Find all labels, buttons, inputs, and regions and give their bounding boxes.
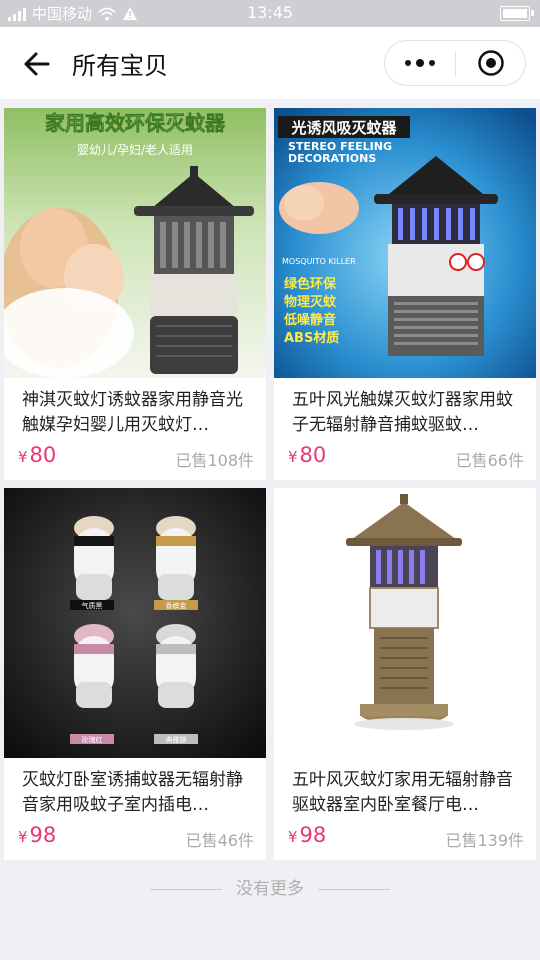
product-name[interactable]: 五叶风光触媒灭蚊灯器家用蚊子无辐射静音捕蚊驱蚊… — [292, 388, 524, 438]
menu-capsule — [384, 40, 526, 86]
sold-count: 已售46件 — [185, 831, 254, 850]
svg-text:香槟金: 香槟金 — [166, 601, 187, 610]
svg-text:DECORATIONS: DECORATIONS — [288, 152, 376, 165]
product-name[interactable]: 灭蚊灯卧室诱捕蚊器无辐射静音家用吸蚊子室内插电… — [22, 768, 254, 818]
svg-text:物理灭蚊: 物理灭蚊 — [284, 294, 337, 310]
back-button[interactable] — [20, 47, 54, 81]
more-button[interactable] — [385, 41, 455, 85]
page-title: 所有宝贝 — [72, 52, 168, 80]
list-end-indicator: 没有更多 — [0, 874, 540, 899]
sold-count: 已售108件 — [175, 451, 254, 470]
close-button[interactable] — [456, 41, 526, 85]
divider-line — [150, 888, 222, 890]
product-name[interactable]: 五叶风灭蚊灯家用无辐射静音驱蚊器室内卧室餐厅电… — [292, 768, 524, 818]
divider-line — [318, 888, 390, 890]
product-image[interactable]: 光诱风吸灭蚊器 STEREO FEELING DECORATIONS MOSQU… — [274, 108, 536, 378]
nav-bar: 所有宝贝 — [0, 27, 540, 99]
svg-text:MOSQUITO KILLER: MOSQUITO KILLER — [282, 257, 356, 266]
status-bar: 中国移动 13:45 — [0, 0, 540, 27]
target-close-icon — [478, 50, 504, 76]
product-image[interactable] — [274, 488, 536, 758]
svg-text:绿色环保: 绿色环保 — [284, 276, 337, 292]
banner-text: 光诱风吸灭蚊器 — [290, 119, 397, 137]
sold-count: 已售66件 — [455, 451, 524, 470]
battery-icon — [500, 6, 534, 21]
more-dots-icon — [405, 60, 411, 66]
banner-text: 家用高效环保灭蚊器 — [45, 111, 226, 135]
product-price: ¥80 — [18, 443, 57, 467]
product-price: ¥80 — [288, 443, 327, 467]
product-price: ¥98 — [288, 823, 327, 847]
product-image[interactable]: 家用高效环保灭蚊器 婴幼儿/孕妇/老人适用 — [4, 108, 266, 378]
svg-text:典雅银: 典雅银 — [166, 735, 187, 744]
status-time: 13:45 — [246, 3, 294, 22]
product-card[interactable]: 家用高效环保灭蚊器 婴幼儿/孕妇/老人适用 神淇灭蚊灯诱蚊器家用静音光触媒孕妇婴… — [4, 108, 266, 480]
product-card[interactable]: 气质黑 香槟金 玫瑰红 典雅银 灭蚊灯卧室诱捕蚊器无辐射静音家用吸蚊子室内插电…… — [4, 488, 266, 860]
sub-banner-text: 婴幼儿/孕妇/老人适用 — [77, 143, 193, 157]
svg-text:玫瑰红: 玫瑰红 — [82, 735, 103, 744]
product-card[interactable]: 五叶风灭蚊灯家用无辐射静音驱蚊器室内卧室餐厅电… ¥98 已售139件 — [274, 488, 536, 860]
svg-text:低噪静音: 低噪静音 — [283, 312, 336, 328]
svg-text:气质黑: 气质黑 — [82, 601, 103, 610]
arrow-left-icon — [24, 52, 50, 76]
product-card[interactable]: 光诱风吸灭蚊器 STEREO FEELING DECORATIONS MOSQU… — [274, 108, 536, 480]
product-price: ¥98 — [18, 823, 57, 847]
product-name[interactable]: 神淇灭蚊灯诱蚊器家用静音光触媒孕妇婴儿用灭蚊灯… — [22, 388, 254, 438]
product-image[interactable]: 气质黑 香槟金 玫瑰红 典雅银 — [4, 488, 266, 758]
sold-count: 已售139件 — [445, 831, 524, 850]
no-more-text: 没有更多 — [236, 879, 304, 899]
svg-text:ABS材质: ABS材质 — [284, 330, 339, 346]
